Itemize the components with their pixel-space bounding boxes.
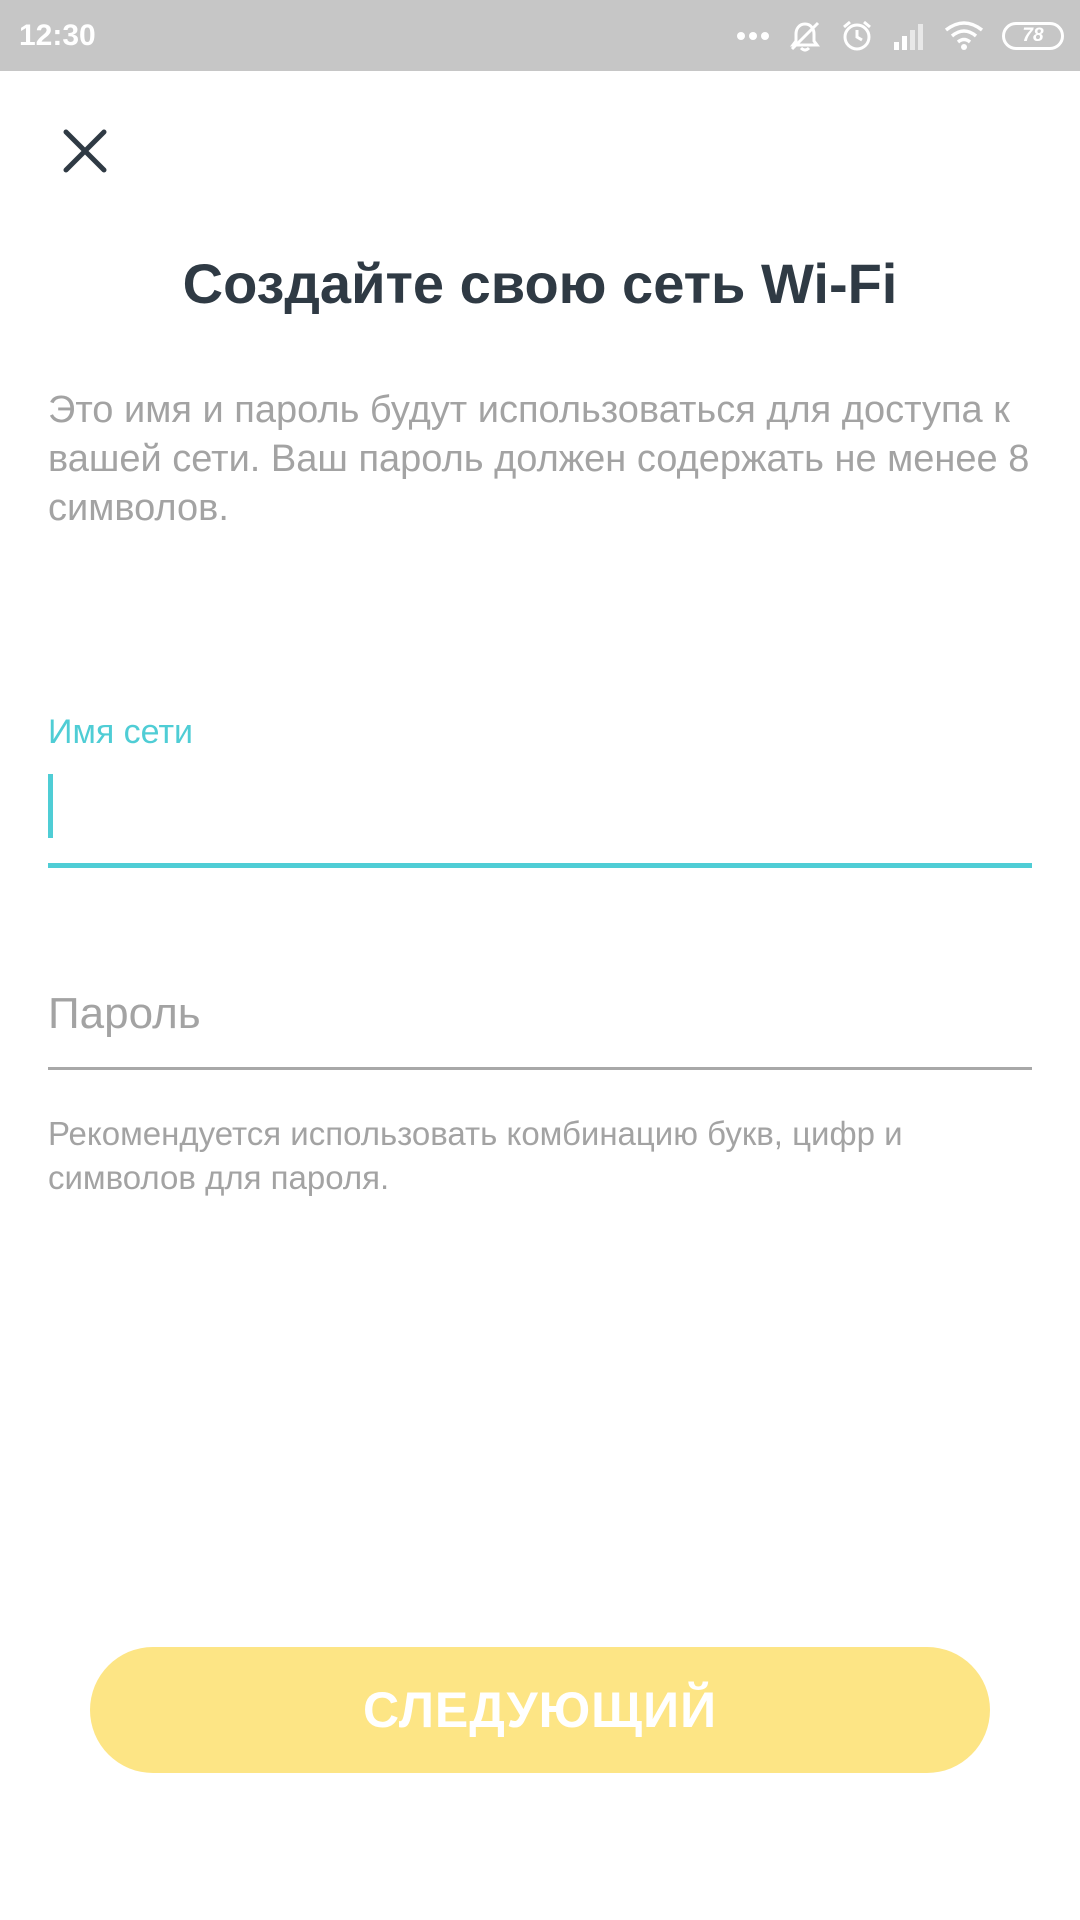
wifi-icon <box>944 20 984 52</box>
signal-icon <box>892 22 926 50</box>
close-icon[interactable] <box>62 128 108 179</box>
alarm-icon <box>840 19 874 53</box>
network-name-field[interactable] <box>48 760 1032 868</box>
status-icons: 78 <box>736 0 1064 71</box>
password-input[interactable] <box>48 960 1032 1067</box>
status-bar: 12:30 78 <box>0 0 1080 71</box>
network-name-label: Имя сети <box>48 713 194 751</box>
more-dots-icon <box>736 31 770 41</box>
password-hint: Рекомендуется использовать комбинацию бу… <box>48 1115 903 1196</box>
battery-icon: 78 <box>1002 21 1064 50</box>
close-button[interactable] <box>50 118 120 188</box>
page-title: Создайте свою сеть Wi-Fi <box>182 252 898 315</box>
network-name-input[interactable] <box>48 760 1032 863</box>
description-text: Это имя и пароль будут использоваться дл… <box>48 389 1030 529</box>
password-field[interactable] <box>48 960 1032 1070</box>
silent-bell-icon <box>788 19 822 53</box>
status-time: 12:30 <box>19 19 96 52</box>
next-button[interactable]: СЛЕДУЮЩИЙ <box>90 1647 990 1773</box>
text-cursor <box>48 774 53 838</box>
